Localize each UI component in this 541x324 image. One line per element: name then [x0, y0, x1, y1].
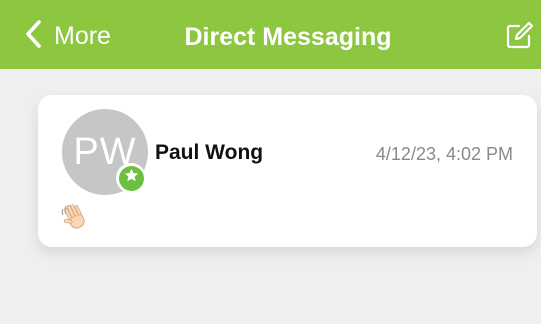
sender-name: Paul Wong	[155, 141, 264, 164]
nav-bar: More Direct Messaging	[0, 0, 541, 69]
conversation-card[interactable]: PW Paul Wong 4/12/23, 4:02 PM	[38, 95, 537, 247]
compose-button[interactable]	[504, 21, 534, 51]
waving-hand-emoji-icon	[60, 201, 92, 233]
star-badge	[116, 163, 146, 193]
page-title: Direct Messaging	[184, 23, 392, 51]
message-timestamp: 4/12/23, 4:02 PM	[375, 144, 513, 164]
compose-icon	[504, 21, 534, 55]
star-icon	[123, 167, 140, 189]
